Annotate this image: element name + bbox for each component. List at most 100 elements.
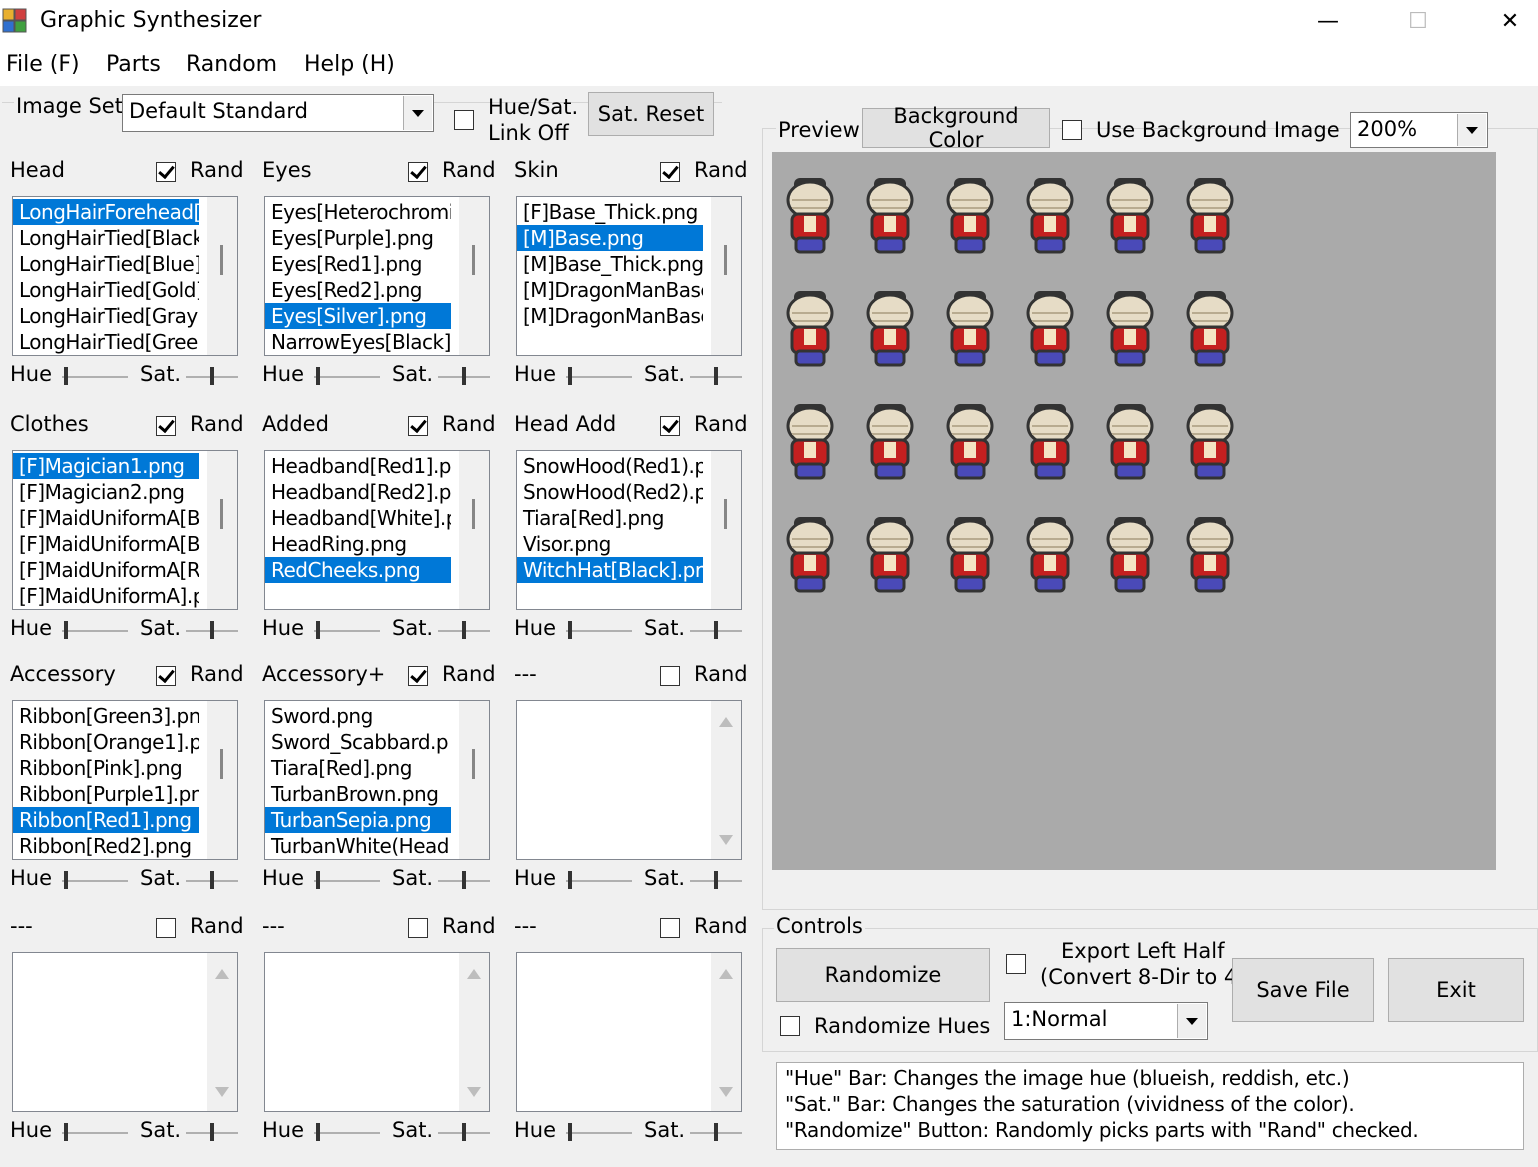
sat-slider[interactable] — [438, 366, 490, 388]
sat-slider[interactable] — [690, 366, 742, 388]
list-scrollbar[interactable] — [459, 953, 489, 1111]
slider-thumb[interactable] — [64, 1123, 68, 1141]
scroll-thumb[interactable] — [724, 499, 727, 529]
list-item[interactable]: TurbanWhite(Head — [265, 833, 451, 859]
part-listbox[interactable] — [264, 952, 490, 1112]
part-listbox[interactable]: Sword.png Sword_Scabbard.p Tiara[Red].png T… — [264, 700, 490, 860]
list-item[interactable]: TurbanSepia.png — [265, 807, 451, 833]
slider-thumb[interactable] — [316, 1123, 320, 1141]
rand-checkbox[interactable] — [660, 666, 680, 686]
list-item[interactable]: Ribbon[Red1].png — [13, 807, 199, 833]
slider-thumb[interactable] — [714, 1123, 718, 1141]
part-listbox[interactable]: [F]Magician1.png [F]Magician2.png [F]MaidU… — [12, 450, 238, 610]
list-item[interactable]: Headband[White].p — [265, 505, 451, 531]
sat-slider[interactable] — [438, 1122, 490, 1144]
scroll-down-arrow-icon[interactable] — [711, 701, 741, 859]
rand-checkbox[interactable] — [660, 918, 680, 938]
list-item[interactable]: Tiara[Red].png — [265, 755, 451, 781]
list-item[interactable]: [F]Base_Thick.png — [517, 199, 703, 225]
zoom-select[interactable]: 200% — [1350, 112, 1488, 148]
slider-thumb[interactable] — [210, 871, 214, 889]
list-item[interactable]: RedCheeks.png — [265, 557, 451, 583]
list-scrollbar[interactable] — [711, 451, 741, 609]
slider-thumb[interactable] — [568, 367, 572, 385]
list-item[interactable]: Sword_Scabbard.p — [265, 729, 451, 755]
maximize-button[interactable]: ☐ — [1372, 0, 1464, 44]
list-item[interactable]: SnowHood(Red1).p — [517, 453, 703, 479]
list-item[interactable]: Headband[Red2].p — [265, 479, 451, 505]
list-item[interactable]: Eyes[Silver].png — [265, 303, 451, 329]
hue-slider[interactable] — [566, 620, 632, 642]
rand-checkbox[interactable] — [408, 918, 428, 938]
list-item[interactable]: HeadRing.png — [265, 531, 451, 557]
list-item[interactable]: Eyes[Red1].png — [265, 251, 451, 277]
slider-thumb[interactable] — [316, 871, 320, 889]
list-item[interactable]: [F]Magician2.png — [13, 479, 199, 505]
list-item[interactable]: Eyes[Red2].png — [265, 277, 451, 303]
hue-slider[interactable] — [62, 366, 128, 388]
scroll-thumb[interactable] — [220, 499, 223, 529]
rand-checkbox[interactable] — [408, 416, 428, 436]
hue-slider[interactable] — [314, 1122, 380, 1144]
sat-slider[interactable] — [438, 620, 490, 642]
list-scrollbar[interactable] — [207, 701, 237, 859]
hue-slider[interactable] — [314, 870, 380, 892]
hue-slider[interactable] — [314, 366, 380, 388]
list-scrollbar[interactable] — [207, 451, 237, 609]
use-background-image-checkbox[interactable] — [1062, 120, 1082, 140]
sat-slider[interactable] — [438, 870, 490, 892]
list-item[interactable]: [F]MaidUniformA].p — [13, 583, 199, 609]
rand-checkbox[interactable] — [156, 666, 176, 686]
list-scrollbar[interactable] — [711, 197, 741, 355]
hue-slider[interactable] — [62, 620, 128, 642]
list-item[interactable]: NarrowEyes[Black] — [265, 329, 451, 355]
scroll-down-arrow-icon[interactable] — [711, 953, 741, 1111]
scroll-thumb[interactable] — [472, 499, 475, 529]
sat-reset-button[interactable]: Sat. Reset — [588, 92, 714, 136]
sat-slider[interactable] — [690, 870, 742, 892]
close-button[interactable]: ✕ — [1464, 0, 1538, 44]
minimize-button[interactable]: — — [1282, 0, 1374, 44]
list-scrollbar[interactable] — [207, 953, 237, 1111]
chevron-down-icon[interactable] — [403, 96, 432, 130]
randomize-button[interactable]: Randomize — [776, 948, 990, 1002]
list-item[interactable]: Eyes[Heterochromia — [265, 199, 451, 225]
randomize-hues-checkbox[interactable] — [780, 1016, 800, 1036]
list-item[interactable]: TurbanBrown.png — [265, 781, 451, 807]
part-listbox[interactable]: Headband[Red1].p Headband[Red2].p Headband… — [264, 450, 490, 610]
chevron-down-icon[interactable] — [1457, 114, 1486, 146]
hue-slider[interactable] — [62, 870, 128, 892]
list-item[interactable]: Headband[Red1].p — [265, 453, 451, 479]
part-listbox[interactable]: SnowHood(Red1).p SnowHood(Red2).p Tiara[Re… — [516, 450, 742, 610]
scroll-thumb[interactable] — [724, 245, 727, 275]
sat-slider[interactable] — [186, 870, 238, 892]
exit-button[interactable]: Exit — [1388, 958, 1524, 1022]
slider-thumb[interactable] — [568, 1123, 572, 1141]
list-item[interactable]: LongHairTied[Gold] — [13, 277, 199, 303]
part-listbox[interactable] — [516, 700, 742, 860]
hue-slider[interactable] — [566, 1122, 632, 1144]
list-scrollbar[interactable] — [711, 953, 741, 1111]
scroll-thumb[interactable] — [472, 245, 475, 275]
part-listbox[interactable] — [516, 952, 742, 1112]
list-scrollbar[interactable] — [207, 197, 237, 355]
slider-thumb[interactable] — [316, 621, 320, 639]
list-item[interactable]: LongHairTied[Gray] — [13, 303, 199, 329]
sat-slider[interactable] — [690, 620, 742, 642]
slider-thumb[interactable] — [462, 1123, 466, 1141]
slider-thumb[interactable] — [462, 871, 466, 889]
list-item[interactable]: Ribbon[Orange1].p — [13, 729, 199, 755]
scroll-thumb[interactable] — [472, 749, 475, 779]
scroll-thumb[interactable] — [220, 245, 223, 275]
slider-thumb[interactable] — [210, 367, 214, 385]
list-item[interactable]: Ribbon[Red2].png — [13, 833, 199, 859]
slider-thumb[interactable] — [714, 871, 718, 889]
list-item[interactable]: Sword.png — [265, 703, 451, 729]
list-item[interactable]: LongHairForehead[ — [13, 199, 199, 225]
scroll-down-arrow-icon[interactable] — [459, 953, 489, 1111]
image-set-select[interactable]: Default Standard — [122, 94, 434, 132]
sat-slider[interactable] — [186, 620, 238, 642]
slider-thumb[interactable] — [316, 367, 320, 385]
list-scrollbar[interactable] — [459, 701, 489, 859]
part-listbox[interactable]: Ribbon[Green3].png Ribbon[Orange1].p Ribbo… — [12, 700, 238, 860]
